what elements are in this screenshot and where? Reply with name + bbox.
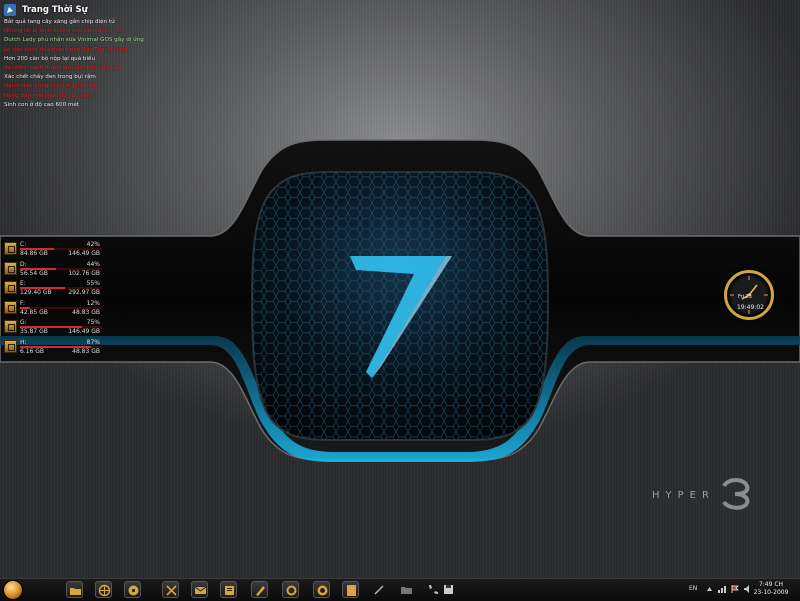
- flag-icon[interactable]: [731, 585, 739, 593]
- news-item[interactable]: Những lời bị lãnh chứng chứ kiến đi lịch…: [4, 27, 204, 36]
- drive-letter: E:: [20, 280, 26, 288]
- drive-total: 292.97 GB: [68, 289, 100, 297]
- clock-date: Fri 23: [738, 294, 752, 300]
- taskbar-button-files[interactable]: [220, 581, 237, 598]
- news-item[interactable]: Nông dân mất mùa do sâu bệnh: [4, 92, 204, 101]
- taskbar: EN 7:49 CH 23-10-2009: [0, 578, 800, 601]
- news-item[interactable]: Bắt quả tang cây xăng gắn chip điện tử: [4, 18, 204, 27]
- taskbar-button-tools[interactable]: [162, 581, 179, 598]
- drive-percent: 42%: [86, 241, 100, 248]
- pen-icon: [256, 586, 265, 596]
- drive-row[interactable]: D: 44% 56.54 GB 102.76 GB: [4, 261, 108, 277]
- drive-used: 84.86 GB: [20, 250, 48, 257]
- taskbar-button-pen[interactable]: [251, 581, 268, 598]
- mail-icon: [194, 586, 207, 594]
- drive-percent: 12%: [86, 299, 100, 307]
- drive-total: 48.83 GB: [72, 308, 100, 316]
- files-icon: [225, 586, 234, 595]
- hyper-logo-text: HYPER: [652, 489, 715, 501]
- taskbar-button-media[interactable]: [124, 581, 141, 598]
- drive-used: 35.87 GB: [20, 328, 48, 336]
- drive-row[interactable]: G: 75% 35.87 GB 146.49 GB: [4, 319, 108, 335]
- drive-percent: 75%: [86, 319, 100, 327]
- settings-icon: [286, 585, 297, 596]
- taskbar-button-notes[interactable]: [342, 581, 359, 598]
- drive-row[interactable]: H: 87% 6.16 GB 48.83 GB: [4, 339, 108, 355]
- notes-icon: [347, 585, 356, 596]
- taskbar-button-folder[interactable]: [66, 581, 83, 598]
- taskbar-button-globe[interactable]: [313, 581, 330, 598]
- drive-icon: [4, 261, 17, 275]
- hyper-logo: HYPER: [652, 476, 752, 514]
- news-title: Trang Thời Sự: [22, 5, 88, 15]
- drive-letter: C:: [20, 241, 27, 248]
- drive-percent: 87%: [86, 338, 100, 346]
- news-gadget: Trang Thời Sự Bắt quả tang cây xăng gắn …: [4, 2, 204, 110]
- news-item[interactable]: Xã chính sách thực hiện cam kết lĩnh vực: [4, 64, 204, 73]
- drive-letter: H:: [20, 338, 27, 346]
- phone-icon: [429, 585, 438, 594]
- taskbar-button-phone[interactable]: [424, 581, 441, 598]
- explorer-icon: [401, 587, 412, 594]
- tray-date-text: 23-10-2009: [753, 589, 789, 596]
- taskbar-button-settings[interactable]: [282, 581, 299, 598]
- drive-letter: D:: [20, 260, 27, 268]
- drive-total: 146.49 GB: [68, 328, 100, 336]
- news-header: Trang Thời Sự: [4, 2, 204, 18]
- language-indicator[interactable]: EN: [689, 585, 697, 592]
- taskbar-button-browser[interactable]: [95, 581, 112, 598]
- news-item[interactable]: Hơn 200 căn bộ nộp lại quà biếu: [4, 55, 204, 64]
- drive-icon: [4, 281, 17, 295]
- save-icon: [444, 585, 453, 594]
- drive-meter-gadget: C: 42% 84.86 GB 146.49 GB D: 44% 56.54 GB 102.7…: [4, 241, 108, 359]
- drive-icon: [4, 320, 17, 334]
- tray-arrow-icon[interactable]: [706, 585, 713, 593]
- taskbar-button-explorer[interactable]: [398, 581, 415, 598]
- clock-time: 19:49:02: [737, 304, 764, 311]
- drive-total: 146.49 GB: [68, 250, 100, 257]
- tray-time-text: 7:49 CH: [758, 581, 784, 588]
- drive-total: 102.76 GB: [68, 269, 100, 277]
- tools-icon: [166, 585, 177, 596]
- drive-row[interactable]: C: 42% 84.86 GB 146.49 GB: [4, 241, 108, 257]
- hyper-swirl-icon: [718, 476, 752, 514]
- drive-row[interactable]: F: 12% 42.85 GB 48.83 GB: [4, 300, 108, 316]
- rss-icon: [4, 1, 16, 20]
- drive-used: 129.40 GB: [20, 289, 52, 297]
- pen2-icon: [374, 585, 384, 595]
- folder-icon: [70, 588, 81, 595]
- drive-used: 6.16 GB: [20, 347, 45, 355]
- news-item[interactable]: Người dân vùng lũ bỏ đi phố biển: [4, 82, 204, 91]
- clock-gadget: Fri 23 19:49:02: [724, 270, 774, 320]
- network-icon[interactable]: [718, 585, 726, 593]
- tray-clock[interactable]: 7:49 CH 23-10-2009: [745, 581, 797, 597]
- news-item[interactable]: Lộ dân cuộc đua thành phố Bắc Thăng Long: [4, 46, 204, 55]
- news-item[interactable]: Dutch Lady phủ nhận sữa Vinimal GOS gây …: [4, 36, 204, 45]
- drive-letter: F:: [20, 299, 26, 307]
- drive-used: 56.54 GB: [20, 269, 48, 277]
- browser-icon: [98, 584, 111, 597]
- drive-percent: 55%: [86, 280, 100, 288]
- drive-used: 42.85 GB: [20, 308, 48, 316]
- drive-percent: 44%: [86, 260, 100, 268]
- taskbar-button-mail[interactable]: [191, 581, 208, 598]
- drive-icon: [4, 242, 17, 255]
- globe-icon: [317, 585, 328, 596]
- taskbar-button-save[interactable]: [440, 581, 457, 598]
- drive-total: 48.83 GB: [72, 347, 100, 355]
- taskbar-button-pen2[interactable]: [371, 581, 388, 598]
- drive-icon: [4, 339, 17, 353]
- drive-letter: G:: [20, 319, 27, 327]
- media-icon: [128, 585, 139, 596]
- news-item[interactable]: Sinh con ở độ cao 600 mét: [4, 101, 204, 110]
- drive-icon: [4, 300, 17, 314]
- drive-row[interactable]: E: 55% 129.40 GB 292.97 GB: [4, 280, 108, 296]
- start-button[interactable]: [3, 580, 23, 600]
- news-item[interactable]: Xác chết cháy đen trong bụi rậm: [4, 73, 204, 82]
